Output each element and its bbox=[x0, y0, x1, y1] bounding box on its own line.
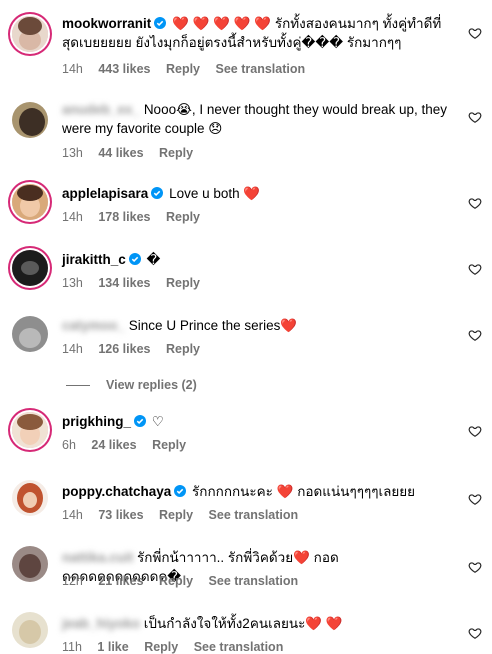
like-count[interactable]: 21 likes bbox=[98, 574, 143, 588]
heart-icon[interactable] bbox=[468, 560, 482, 574]
username[interactable]: poppy.chatchaya bbox=[62, 484, 171, 499]
reply-button[interactable]: Reply bbox=[159, 146, 193, 160]
avatar[interactable] bbox=[12, 546, 48, 582]
comment-text-block: catymoo_ Since U Prince the series❤️ bbox=[62, 316, 452, 335]
avatar[interactable] bbox=[12, 16, 48, 52]
reply-button[interactable]: Reply bbox=[159, 574, 193, 588]
heart-icon[interactable] bbox=[468, 110, 482, 124]
comment-text: รักกกกกนะคะ ❤️ กอดแน่นๆๆๆๆเลยยย bbox=[192, 484, 416, 499]
comment-meta: 13h 134 likes Reply bbox=[62, 276, 212, 290]
like-count[interactable]: 443 likes bbox=[98, 62, 150, 76]
timestamp[interactable]: 14h bbox=[62, 210, 83, 224]
like-count[interactable]: 44 likes bbox=[98, 146, 143, 160]
view-replies-button[interactable]: View replies (2) bbox=[66, 378, 197, 392]
reply-button[interactable]: Reply bbox=[166, 62, 200, 76]
timestamp[interactable]: 14h bbox=[62, 508, 83, 522]
divider bbox=[66, 385, 90, 387]
comment-text: Love u both ❤️ bbox=[169, 186, 261, 201]
comment-meta: 13h 44 likes Reply bbox=[62, 146, 205, 160]
username[interactable]: catymoo_ bbox=[62, 318, 125, 333]
see-translation-button[interactable]: See translation bbox=[216, 62, 306, 76]
like-count[interactable]: 73 likes bbox=[98, 508, 143, 522]
username[interactable]: anudeb_ex_ bbox=[62, 102, 140, 117]
avatar[interactable] bbox=[12, 612, 48, 648]
comment-text-block: prigkhing_ ♡ bbox=[62, 412, 452, 431]
timestamp[interactable]: 14h bbox=[62, 342, 83, 356]
comment-meta: 11h 1 like Reply See translation bbox=[62, 640, 295, 654]
comment-meta: 14h 443 likes Reply See translation bbox=[62, 62, 317, 76]
comment-text-block: anudeb_ex_ Nooo😭, I never thought they w… bbox=[62, 100, 452, 138]
username[interactable]: jirakitth_c bbox=[62, 252, 126, 267]
reply-button[interactable]: Reply bbox=[144, 640, 178, 654]
like-count[interactable]: 1 like bbox=[97, 640, 128, 654]
reply-button[interactable]: Reply bbox=[166, 276, 200, 290]
comment-text-block: poppy.chatchaya รักกกกกนะคะ ❤️ กอดแน่นๆๆ… bbox=[62, 482, 452, 501]
view-replies-label: View replies (2) bbox=[106, 378, 197, 392]
username[interactable]: applelapisara bbox=[62, 186, 148, 201]
comment-text: เป็นกำลังใจให้ทั้ง2คนเลยนะ❤️ ❤️ bbox=[143, 616, 343, 631]
reply-button[interactable]: Reply bbox=[166, 210, 200, 224]
username[interactable]: nattika.cuit bbox=[62, 550, 133, 565]
username[interactable]: prigkhing_ bbox=[62, 414, 131, 429]
timestamp[interactable]: 12h bbox=[62, 574, 83, 588]
comment-text: Since U Prince the series❤️ bbox=[128, 318, 298, 333]
reply-button[interactable]: Reply bbox=[159, 508, 193, 522]
timestamp[interactable]: 13h bbox=[62, 276, 83, 290]
verified-icon bbox=[154, 17, 167, 29]
comment-meta: 12h 21 likes Reply See translation bbox=[62, 574, 310, 588]
timestamp[interactable]: 14h bbox=[62, 62, 83, 76]
see-translation-button[interactable]: See translation bbox=[194, 640, 284, 654]
see-translation-button[interactable]: See translation bbox=[209, 574, 299, 588]
verified-icon bbox=[134, 415, 147, 427]
timestamp[interactable]: 6h bbox=[62, 438, 76, 452]
comment-meta: 14h 126 likes Reply bbox=[62, 342, 212, 356]
comment-meta: 14h 178 likes Reply bbox=[62, 210, 212, 224]
comment-meta: 14h 73 likes Reply See translation bbox=[62, 508, 310, 522]
avatar[interactable] bbox=[12, 184, 48, 220]
username[interactable]: mookworranit bbox=[62, 16, 151, 31]
avatar[interactable] bbox=[12, 480, 48, 516]
heart-icon[interactable] bbox=[468, 196, 482, 210]
avatar[interactable] bbox=[12, 250, 48, 286]
comment-text-block: jeab_hiyoko เป็นกำลังใจให้ทั้ง2คนเลยนะ❤️… bbox=[62, 614, 452, 633]
comment-text-block: jirakitth_c � bbox=[62, 250, 452, 269]
timestamp[interactable]: 13h bbox=[62, 146, 83, 160]
like-count[interactable]: 126 likes bbox=[98, 342, 150, 356]
comment-text-block: mookworranit ❤️ ❤️ ❤️ ❤️ ❤️ รักทั้งสองคน… bbox=[62, 14, 452, 52]
like-count[interactable]: 178 likes bbox=[98, 210, 150, 224]
avatar[interactable] bbox=[12, 316, 48, 352]
heart-icon[interactable] bbox=[468, 626, 482, 640]
avatar[interactable] bbox=[12, 102, 48, 138]
comment-text: ♡ bbox=[151, 414, 164, 429]
username[interactable]: jeab_hiyoko bbox=[62, 616, 140, 631]
heart-icon[interactable] bbox=[468, 26, 482, 40]
heart-icon[interactable] bbox=[468, 492, 482, 506]
timestamp[interactable]: 11h bbox=[62, 640, 82, 654]
comments-list: mookworranit ❤️ ❤️ ❤️ ❤️ ❤️ รักทั้งสองคน… bbox=[0, 0, 492, 654]
reply-button[interactable]: Reply bbox=[152, 438, 186, 452]
avatar[interactable] bbox=[12, 412, 48, 448]
verified-icon bbox=[174, 485, 187, 497]
heart-icon[interactable] bbox=[468, 328, 482, 342]
comment-meta: 6h 24 likes Reply bbox=[62, 438, 198, 452]
comment-text: � bbox=[146, 252, 161, 267]
verified-icon bbox=[151, 187, 164, 199]
reply-button[interactable]: Reply bbox=[166, 342, 200, 356]
like-count[interactable]: 134 likes bbox=[98, 276, 150, 290]
verified-icon bbox=[128, 253, 141, 265]
heart-icon[interactable] bbox=[468, 262, 482, 276]
like-count[interactable]: 24 likes bbox=[91, 438, 136, 452]
see-translation-button[interactable]: See translation bbox=[209, 508, 299, 522]
comment-text-block: applelapisara Love u both ❤️ bbox=[62, 184, 452, 203]
heart-icon[interactable] bbox=[468, 424, 482, 438]
